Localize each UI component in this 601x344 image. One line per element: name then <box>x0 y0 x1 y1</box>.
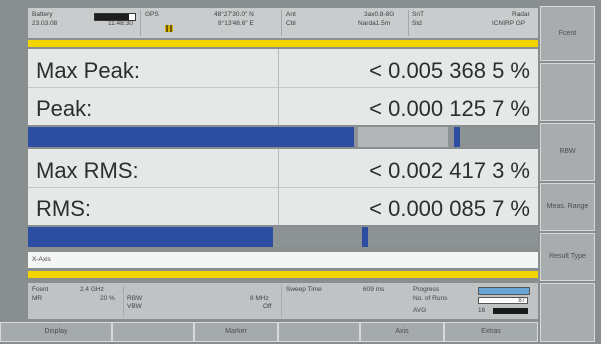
vbw-value: Off <box>263 303 272 310</box>
cable-value: Narda1.5m <box>358 20 391 27</box>
gps-label: GPS <box>145 11 159 18</box>
fcent-label: Fcent <box>32 286 49 293</box>
battery-label: Battery <box>32 11 53 18</box>
rms-level-bar <box>28 227 538 247</box>
axis-softkey[interactable]: Axis <box>360 322 444 342</box>
max-peak-value: < 0.005 368 5 % <box>369 58 530 83</box>
rms-value: < 0.000 085 7 % <box>369 196 530 221</box>
blank-softkey-1[interactable] <box>112 322 194 342</box>
rms-label: RMS: <box>36 196 91 221</box>
peak-readout-panel: Max Peak: < 0.005 368 5 % Peak: < 0.000 … <box>28 49 538 125</box>
row-divider <box>28 187 538 188</box>
antenna-label: Ant <box>286 11 296 18</box>
rms-level-fill <box>28 227 273 247</box>
max-peak-label: Max Peak: <box>36 58 140 83</box>
status-divider <box>140 10 141 36</box>
rbw-value: 8 MHz <box>250 295 269 302</box>
blank-side-softkey-1[interactable] <box>540 63 595 121</box>
gps-satellite-icon <box>165 25 173 32</box>
gps-longitude: 8°13'48.6" E <box>218 20 254 27</box>
max-peak-marker <box>454 127 460 147</box>
peak-level-bar <box>28 127 538 147</box>
vbw-label: VBW <box>127 303 142 310</box>
mode-label: Radar <box>512 11 530 18</box>
instrument-screen: Battery 23.03.08 11:48:30 GPS 48°27'30.0… <box>0 0 601 344</box>
result-type-softkey[interactable]: Result Type <box>540 233 595 281</box>
rbw-softkey[interactable]: RBW <box>540 123 595 181</box>
meas-range-softkey[interactable]: Meas. Range <box>540 183 595 231</box>
info-divider <box>281 285 282 317</box>
rms-readout-panel: Max RMS: < 0.002 417 3 % RMS: < 0.000 08… <box>28 149 538 225</box>
info-separator <box>28 271 538 278</box>
rbw-label: RBW <box>127 295 143 302</box>
antenna-value: 3ax0.8-8G <box>364 11 395 18</box>
progress-fill <box>479 288 514 294</box>
status-bar: Battery 23.03.08 11:48:30 GPS 48°27'30.0… <box>28 8 538 38</box>
status-divider <box>281 10 282 36</box>
avg-value: 16 <box>478 307 486 314</box>
fcent-value: 2.4 GHz <box>80 286 104 293</box>
snt-value: Std <box>412 20 422 27</box>
avg-label: AVG <box>413 307 427 314</box>
runs-count: 87 <box>478 297 528 304</box>
standard-value: ICNIRP GP <box>492 20 526 27</box>
peak-level-fill <box>28 127 355 147</box>
max-rms-label: Max RMS: <box>36 158 139 183</box>
cable-label: Cbl <box>286 20 296 27</box>
sweep-time-label: Sweep Time <box>286 286 322 293</box>
sweep-time-value: 609 ms <box>363 286 385 293</box>
gps-latitude: 48°27'30.0" N <box>214 11 254 18</box>
runs-label: No. of Runs <box>413 295 448 302</box>
snt-label: SnT <box>412 11 424 18</box>
fcent-softkey[interactable]: Fcent <box>540 6 595 61</box>
settings-info-panel: Fcent 2.4 GHz MR 20 % RBW VBW 8 MHz Off … <box>28 283 538 319</box>
peak-bar-segment <box>358 127 448 147</box>
date-readout: 23.03.08 <box>32 20 58 27</box>
row-divider <box>28 87 538 88</box>
blank-side-softkey-2[interactable] <box>540 283 595 342</box>
max-rms-value: < 0.002 417 3 % <box>369 158 530 183</box>
blank-softkey-2[interactable] <box>278 322 360 342</box>
extras-softkey[interactable]: Extras <box>444 322 538 342</box>
peak-label: Peak: <box>36 96 93 121</box>
status-divider <box>408 10 409 36</box>
peak-value: < 0.000 125 7 % <box>369 96 530 121</box>
progress-label: Progress <box>413 286 440 293</box>
status-separator <box>28 40 538 47</box>
marker-softkey[interactable]: Marker <box>194 322 278 342</box>
avg-indicator <box>493 308 528 314</box>
display-softkey[interactable]: Display <box>0 322 112 342</box>
progress-bar <box>478 287 530 295</box>
x-axis-label: X-Axis <box>32 256 51 263</box>
mr-label: MR <box>32 295 43 302</box>
info-divider <box>123 285 124 317</box>
mr-value: 20 % <box>100 295 115 302</box>
x-axis-strip: X-Axis <box>28 252 538 268</box>
max-rms-marker <box>362 227 368 247</box>
time-readout: 11:48:30 <box>108 20 133 27</box>
